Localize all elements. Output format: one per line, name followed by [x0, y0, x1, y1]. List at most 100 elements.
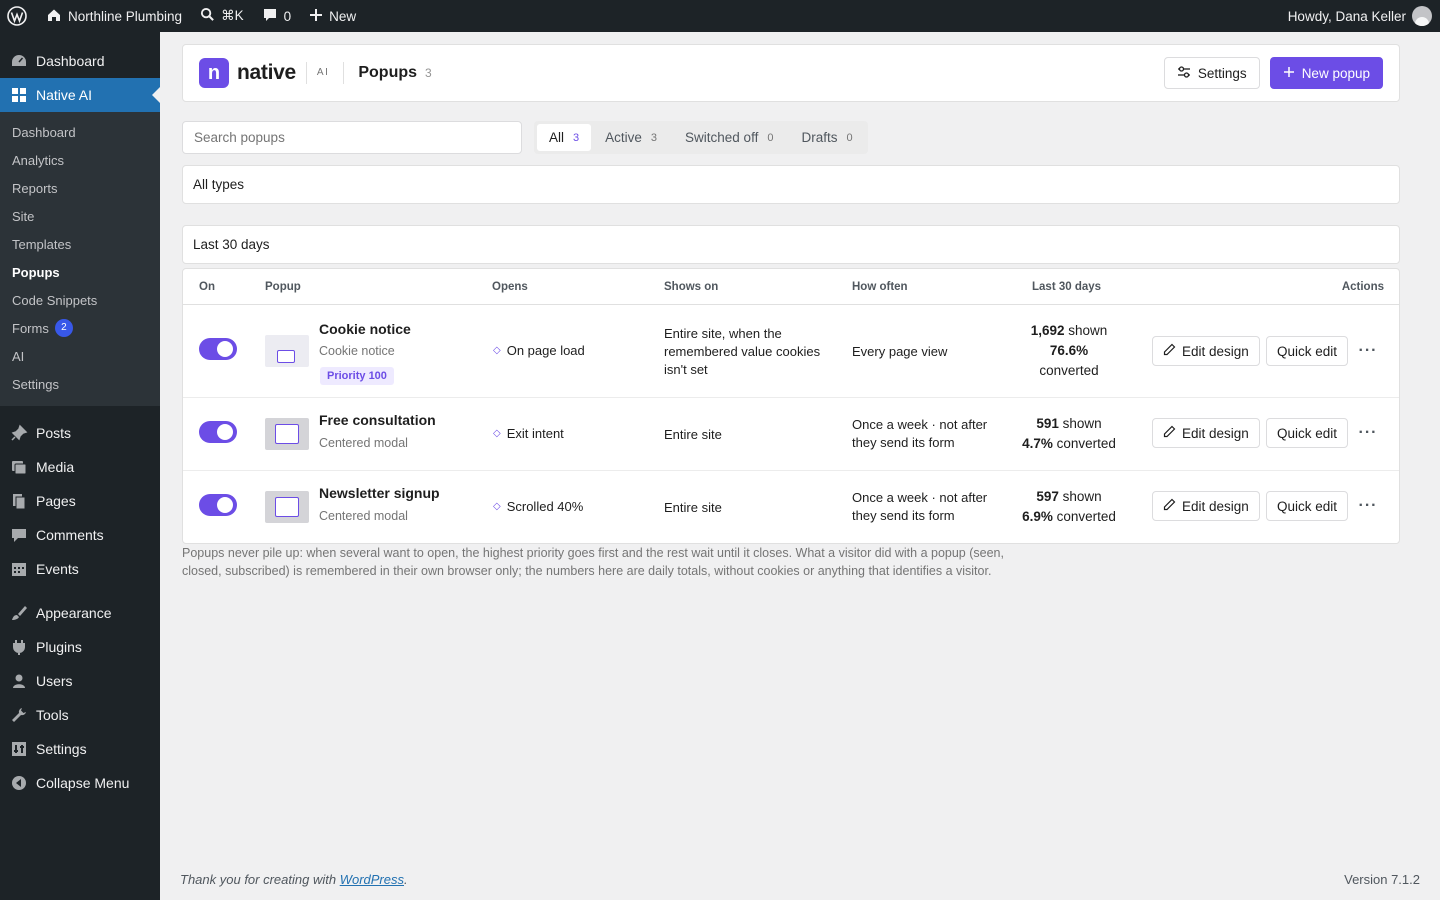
menu-collapse[interactable]: Collapse Menu: [0, 766, 160, 800]
native-ai-icon: [10, 86, 28, 104]
quick-edit-button[interactable]: Quick edit: [1266, 418, 1349, 448]
wordpress-logo-icon[interactable]: [0, 0, 37, 32]
enabled-toggle[interactable]: [199, 421, 237, 443]
comments-link[interactable]: 0: [253, 0, 301, 32]
submenu-site[interactable]: Site: [0, 202, 160, 230]
page-title: Popups: [343, 62, 417, 84]
submenu-reports[interactable]: Reports: [0, 174, 160, 202]
tab-drafts[interactable]: Drafts 0: [789, 124, 864, 151]
shows-on-value: Entire site: [664, 500, 722, 515]
collapse-icon: [10, 774, 28, 792]
admin-sidebar: Dashboard Native AI Dashboard Analytics …: [0, 32, 160, 900]
search-icon: [200, 7, 215, 25]
trigger-icon: ◇: [493, 428, 501, 439]
more-actions-icon[interactable]: ···: [1356, 421, 1380, 445]
submenu-analytics[interactable]: Analytics: [0, 146, 160, 174]
tab-label: Switched off: [685, 130, 759, 145]
avatar: [1412, 6, 1432, 26]
quick-edit-button[interactable]: Quick edit: [1266, 491, 1349, 521]
menu-native-ai[interactable]: Native AI: [0, 78, 160, 112]
submenu-ai[interactable]: AI: [0, 342, 160, 370]
how-often-value: Every page view: [852, 344, 948, 359]
menu-users[interactable]: Users: [0, 664, 160, 698]
popup-type: Cookie notice: [319, 344, 395, 358]
opens-trigger: ◇ Scrolled 40%: [493, 499, 583, 514]
pages-icon: [10, 492, 28, 510]
enabled-toggle[interactable]: [199, 494, 237, 516]
stats-cell: 597 shown 6.9% converted: [1009, 487, 1129, 527]
menu-events[interactable]: Events: [0, 552, 160, 586]
native-logo-icon: n: [199, 58, 229, 88]
shown-suffix: shown: [1068, 323, 1108, 338]
edit-design-button[interactable]: Edit design: [1152, 491, 1260, 521]
menu-pages[interactable]: Pages: [0, 484, 160, 518]
enabled-toggle[interactable]: [199, 338, 237, 360]
pencil-icon: [1163, 343, 1176, 359]
menu-media[interactable]: Media: [0, 450, 160, 484]
main-content: n native AI Popups 3 Settings New popup …: [160, 32, 1440, 900]
shown-suffix: shown: [1062, 489, 1102, 504]
period-filter-select[interactable]: Last 30 days: [182, 225, 1400, 264]
tab-label: Active: [605, 130, 642, 145]
edit-design-button[interactable]: Edit design: [1152, 336, 1260, 366]
menu-label: Comments: [36, 527, 104, 543]
menu-posts[interactable]: Posts: [0, 416, 160, 450]
menu-tools[interactable]: Tools: [0, 698, 160, 732]
popup-name[interactable]: Cookie notice: [319, 321, 411, 337]
forms-count-badge: 2: [54, 319, 73, 337]
menu-label: Forms: [12, 320, 49, 336]
popup-name[interactable]: Newsletter signup: [319, 485, 440, 501]
edit-design-label: Edit design: [1182, 425, 1249, 441]
edit-design-button[interactable]: Edit design: [1152, 418, 1260, 448]
menu-plugins[interactable]: Plugins: [0, 630, 160, 664]
popup-thumbnail: [265, 418, 309, 450]
account-menu[interactable]: Howdy, Dana Keller: [1279, 0, 1440, 32]
submenu-templates[interactable]: Templates: [0, 230, 160, 258]
tab-switched-off[interactable]: Switched off 0: [673, 124, 785, 151]
quick-edit-button[interactable]: Quick edit: [1266, 336, 1349, 366]
version-text: Version 7.1.2: [1344, 872, 1420, 887]
menu-appearance[interactable]: Appearance: [0, 596, 160, 630]
pencil-icon: [1163, 425, 1176, 441]
wordpress-link[interactable]: WordPress: [340, 872, 404, 887]
type-filter-select[interactable]: All types: [182, 165, 1400, 204]
shows-on-value: Entire site, when the remembered value c…: [664, 326, 821, 377]
conversion-rate: 76.6%: [1049, 343, 1089, 358]
pencil-icon: [1163, 498, 1176, 514]
more-actions-icon[interactable]: ···: [1356, 339, 1380, 363]
shown-count: 1,692: [1030, 323, 1065, 338]
menu-settings[interactable]: Settings: [0, 732, 160, 766]
more-actions-icon[interactable]: ···: [1356, 494, 1380, 518]
settings-button[interactable]: Settings: [1163, 57, 1260, 89]
conversion-suffix: converted: [1056, 436, 1116, 451]
menu-label: Tools: [36, 707, 69, 723]
new-popup-button[interactable]: New popup: [1269, 57, 1383, 89]
menu-dashboard[interactable]: Dashboard: [0, 44, 160, 78]
opens-trigger: ◇ On page load: [493, 343, 585, 358]
menu-label: Settings: [36, 741, 87, 757]
menu-comments[interactable]: Comments: [0, 518, 160, 552]
submenu-dashboard[interactable]: Dashboard: [0, 118, 160, 146]
command-search[interactable]: ⌘K: [191, 0, 253, 32]
plus-icon: [309, 8, 323, 25]
submenu-settings[interactable]: Settings: [0, 370, 160, 398]
search-shortcut: ⌘K: [221, 8, 244, 23]
table-row: Free consultation Centered modal ◇ Exit …: [183, 398, 1399, 471]
footer-thanks: Thank you for creating with WordPress.: [180, 872, 408, 887]
search-input[interactable]: [182, 121, 522, 154]
submenu-popups[interactable]: Popups: [0, 258, 160, 286]
tab-active[interactable]: Active 3: [593, 124, 669, 151]
opens-trigger: ◇ Exit intent: [493, 426, 564, 441]
tab-count: 3: [650, 131, 658, 144]
table-row: Cookie notice Cookie notice Priority 100…: [183, 305, 1399, 398]
new-popup-label: New popup: [1301, 65, 1370, 81]
new-content-link[interactable]: New: [300, 0, 365, 32]
priority-badge: Priority 100: [320, 367, 394, 385]
popup-name[interactable]: Free consultation: [319, 412, 436, 428]
tab-all[interactable]: All 3: [537, 124, 592, 151]
submenu-code-snippets[interactable]: Code Snippets: [0, 286, 160, 314]
site-name: Northline Plumbing: [68, 8, 183, 24]
site-name-link[interactable]: Northline Plumbing: [37, 0, 191, 32]
submenu-forms[interactable]: Forms 2: [0, 314, 160, 342]
popup-thumbnail: [265, 491, 309, 523]
